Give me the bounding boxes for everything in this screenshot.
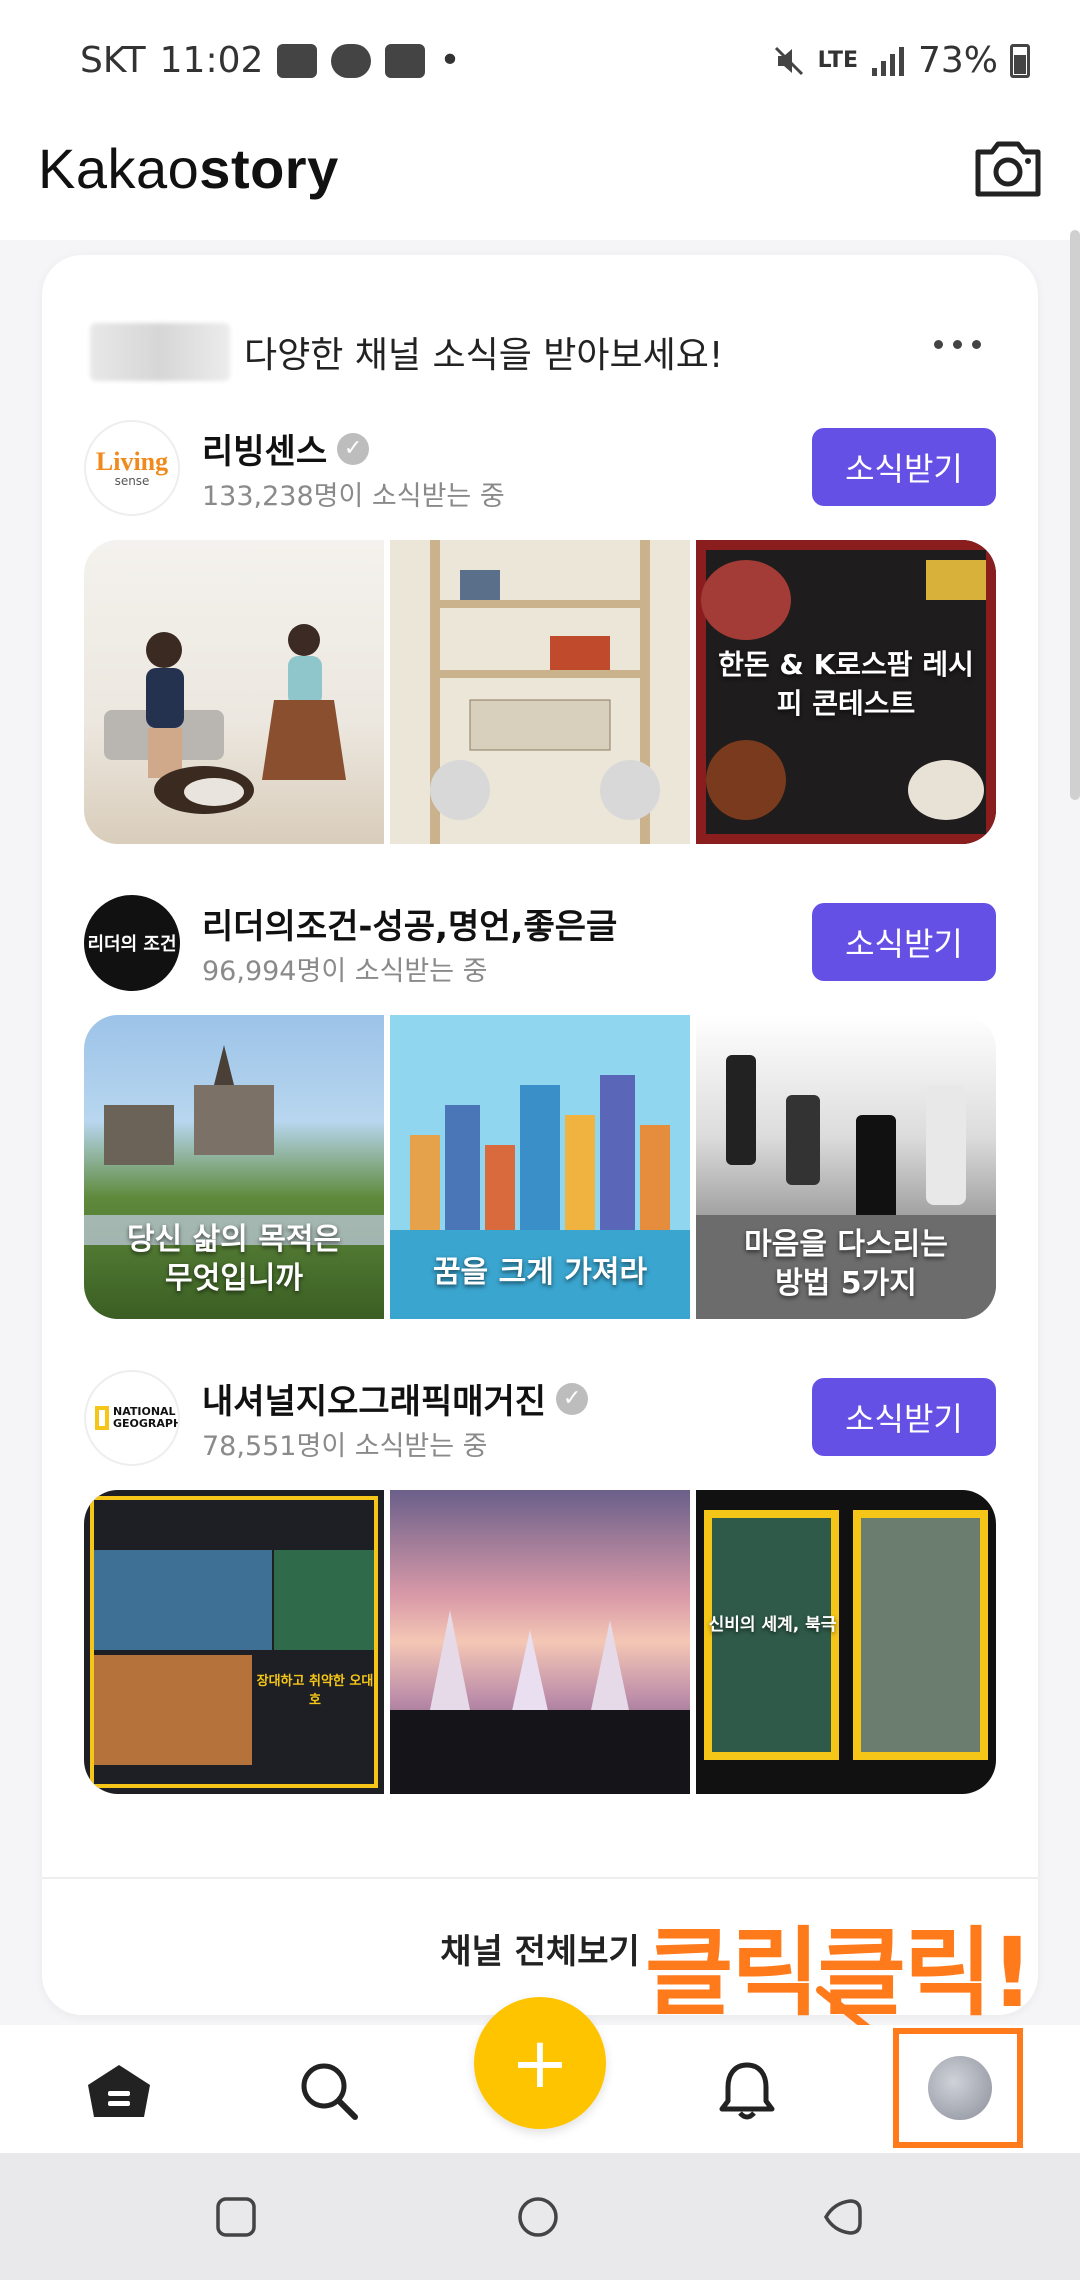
battery-icon [1010, 43, 1030, 78]
bell-icon [719, 2062, 775, 2120]
thumbnail-caption: 꿈을 크게 가져라 [432, 1255, 648, 1290]
thumbnail-caption: 한돈 & K로스팜 레시피 콘테스트 [718, 648, 974, 721]
subscriber-count: 133,238명이 소식받는 중 [202, 481, 505, 512]
recent-apps-icon[interactable] [214, 2195, 258, 2239]
more-options-button[interactable] [934, 329, 990, 359]
thumbnail-caption: 당신 삶의 목적은 무엇입니까 [126, 1222, 342, 1296]
home-tab[interactable] [84, 2059, 154, 2123]
post-thumbnail[interactable]: 신비의 세계, 북극 [696, 1490, 996, 1794]
avatar-logo-subtext: sense [114, 474, 150, 488]
add-post-button[interactable]: + [474, 1997, 606, 2129]
channel-item: 리더의 조건 리더의조건-성공,명언,좋은글 96,994명이 소식받는 중 소… [84, 895, 996, 1319]
thumbnail-row: 한돈 & K로스팜 레시피 콘테스트 [84, 540, 996, 844]
battery-percent: 73% [917, 40, 998, 81]
home-button-icon[interactable] [516, 2195, 560, 2239]
mute-icon [774, 46, 803, 75]
post-thumbnail[interactable] [390, 540, 690, 844]
thumbnail-caption: 마음을 다스리는 방법 5가지 [744, 1227, 948, 1301]
post-thumbnail[interactable]: 마음을 다스리는 방법 5가지 [696, 1015, 996, 1319]
channel-item: Living sense 리빙센스 ✓ 133,238명이 소식받는 중 소식받기 [84, 420, 996, 844]
post-thumbnail[interactable]: 장대하고 취약한 오대호 [84, 1490, 384, 1794]
status-bar: SKT 11:02 • LTE 73% [0, 0, 1080, 120]
channel-item: NATIONAL GEOGRAPHIC 내셔널지오그래픽매거진✓ 78,551명… [84, 1370, 996, 1794]
network-type: LTE [817, 48, 858, 73]
kakaotalk-icon [331, 43, 372, 78]
thumbnail-row: 당신 삶의 목적은 무엇입니까 꿈을 크게 가져라 마음을 다스리는 방법 5가… [84, 1015, 996, 1319]
verified-icon: ✓ [337, 432, 370, 465]
scrollbar[interactable] [1070, 230, 1080, 800]
annotation-highlight-box [893, 2028, 1023, 2148]
channel-avatar[interactable]: NATIONAL GEOGRAPHIC [84, 1370, 180, 1466]
channel-name[interactable]: 리빙센스 ✓ [202, 424, 370, 473]
back-icon[interactable] [820, 2195, 864, 2239]
signal-icon [871, 46, 904, 76]
verified-icon: ✓ [556, 1382, 589, 1415]
app-header: Kakaostory [0, 120, 1080, 240]
avatar-logo-text: Living [95, 447, 169, 476]
thumbnail-row: 장대하고 취약한 오대호 신비의 세계, 북극 [84, 1490, 996, 1794]
channel-name[interactable]: 리더의조건-성공,명언,좋은글 [202, 899, 617, 948]
camera-icon [975, 141, 1041, 197]
search-icon [301, 2063, 358, 2120]
app-logo: Kakaostory [38, 137, 339, 200]
channel-name[interactable]: 내셔널지오그래픽매거진 ✓ [202, 1374, 589, 1423]
subscribe-button[interactable]: 소식받기 [812, 903, 996, 981]
home-icon [88, 2065, 150, 2117]
avatar-logo-text: 리더의 조건 [87, 934, 177, 955]
thumbnail-caption: 신비의 세계, 북극 [708, 1615, 837, 1635]
subscribe-button[interactable]: 소식받기 [812, 1378, 996, 1456]
gallery-icon [385, 43, 426, 78]
subscribe-button[interactable]: 소식받기 [812, 428, 996, 506]
add-icon: + [510, 2022, 570, 2104]
post-thumbnail[interactable]: 당신 삶의 목적은 무엇입니까 [84, 1015, 384, 1319]
channel-avatar[interactable]: 리더의 조건 [84, 895, 180, 991]
post-thumbnail[interactable] [390, 1490, 690, 1794]
channel-avatar[interactable]: Living sense [84, 420, 180, 516]
blurred-username [90, 323, 230, 381]
thumbnail-caption: 장대하고 취약한 오대호 [256, 1674, 374, 1708]
clock: 11:02 [159, 40, 264, 81]
dot-icon: • [439, 40, 461, 81]
youtube-icon [277, 43, 318, 78]
camera-button[interactable] [972, 136, 1044, 202]
post-thumbnail[interactable]: 한돈 & K로스팜 레시피 콘테스트 [696, 540, 996, 844]
subscriber-count: 96,994명이 소식받는 중 [202, 956, 488, 987]
notifications-tab[interactable] [712, 2059, 782, 2123]
avatar-logo-text: NATIONAL GEOGRAPHIC [113, 1404, 178, 1430]
carrier-label: SKT [80, 40, 146, 81]
post-thumbnail[interactable]: 꿈을 크게 가져라 [390, 1015, 690, 1319]
system-navigation-bar [0, 2153, 1080, 2280]
card-title: 다양한 채널 소식을 받아보세요! [244, 335, 724, 376]
channel-recommend-card: 다양한 채널 소식을 받아보세요! Living sense 리빙센스 ✓ 133… [42, 255, 1038, 2015]
subscriber-count: 78,551명이 소식받는 중 [202, 1431, 488, 1462]
post-thumbnail[interactable] [84, 540, 384, 844]
search-tab[interactable] [294, 2059, 364, 2123]
